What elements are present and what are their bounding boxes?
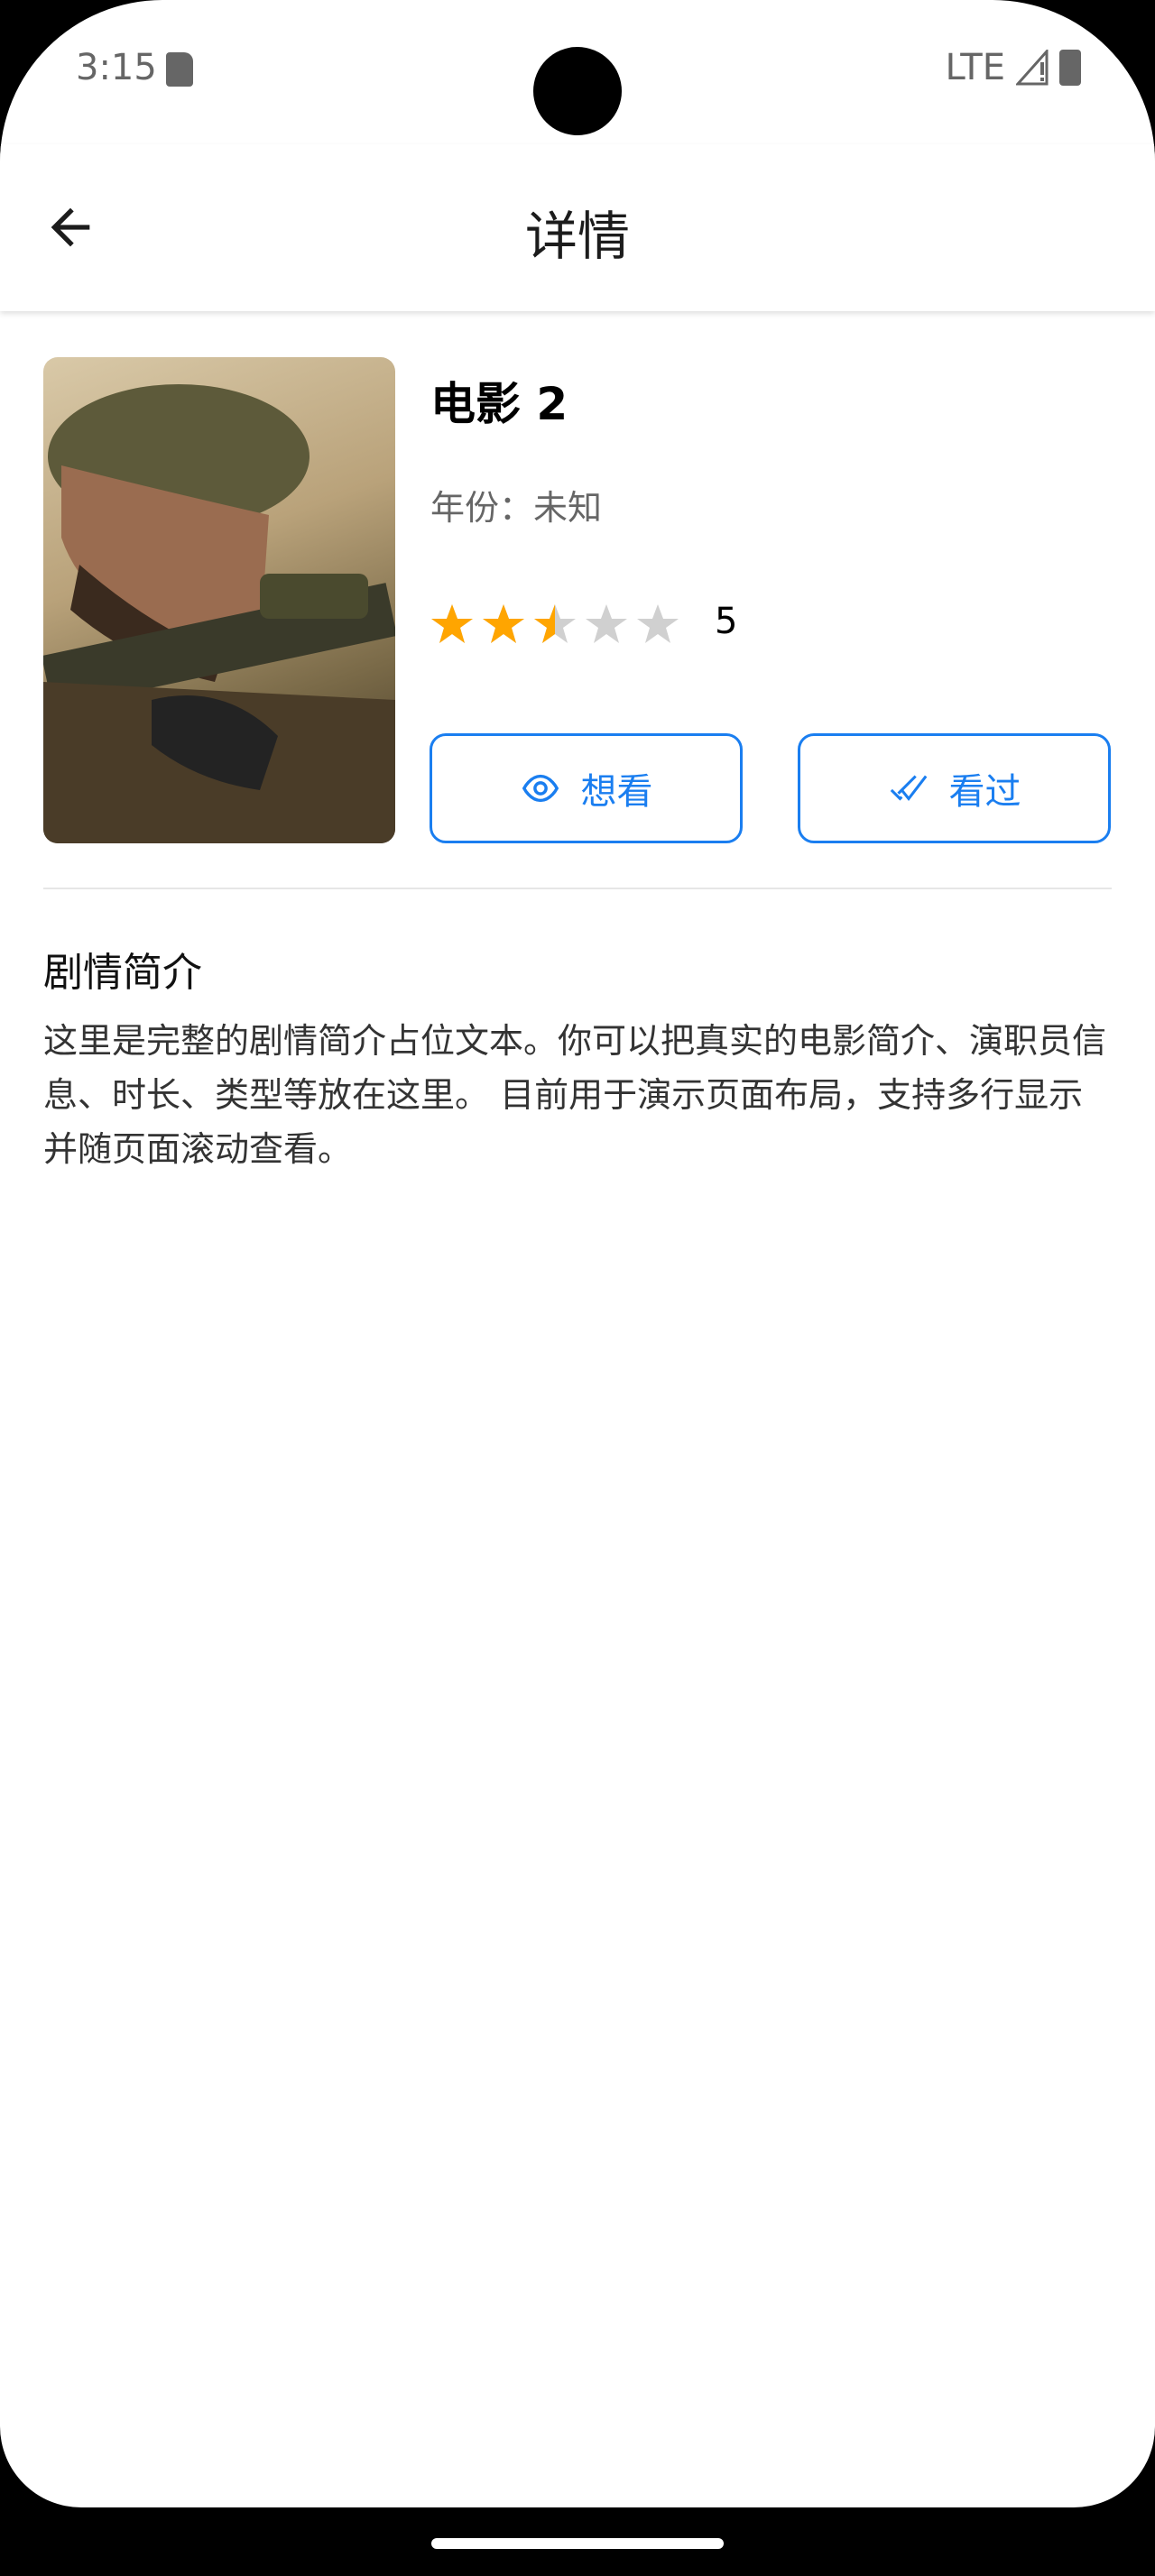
star-empty-icon: [637, 604, 679, 643]
synopsis-heading: 剧情简介: [43, 950, 202, 996]
sd-card-icon: [166, 52, 193, 87]
synopsis-text: 这里是完整的剧情简介占位文本。你可以把真实的电影简介、演职员信息、时长、类型等放…: [43, 1021, 1107, 1169]
star-filled-icon: [483, 604, 524, 643]
signal-icon: [1016, 50, 1049, 86]
movie-title: 电影 2: [430, 378, 568, 430]
status-bar: 3:15 LTE: [0, 0, 1155, 144]
screen: 3:15 LTE 详情 电影 2 年份：未知 5 想看 看过 剧情简介 这里是完…: [0, 0, 1155, 2507]
status-icons: LTE: [946, 47, 1081, 88]
star-filled-icon: [431, 604, 473, 643]
double-check-icon: [890, 775, 927, 801]
home-gesture-bar[interactable]: [431, 2538, 724, 2549]
poster-image: [43, 384, 395, 843]
star-half-icon: [534, 604, 576, 643]
star-empty-icon: [586, 604, 627, 643]
rating-stars: [430, 603, 679, 646]
movie-year: 年份：未知: [430, 488, 603, 528]
want-label: 想看: [580, 771, 653, 813]
want-to-watch-button[interactable]: 想看: [430, 733, 743, 843]
battery-icon: [1059, 50, 1081, 86]
movie-poster: [43, 357, 395, 843]
watched-button[interactable]: 看过: [798, 733, 1111, 843]
app-bar: 详情: [0, 144, 1155, 311]
eye-icon: [522, 774, 559, 803]
watched-label: 看过: [948, 771, 1021, 813]
network-label: LTE: [945, 47, 1005, 88]
camera-cutout: [533, 47, 622, 135]
status-time: 3:15: [76, 47, 157, 88]
rating-value: 5: [715, 601, 738, 642]
page-title: 详情: [524, 206, 630, 267]
divider: [43, 888, 1112, 889]
